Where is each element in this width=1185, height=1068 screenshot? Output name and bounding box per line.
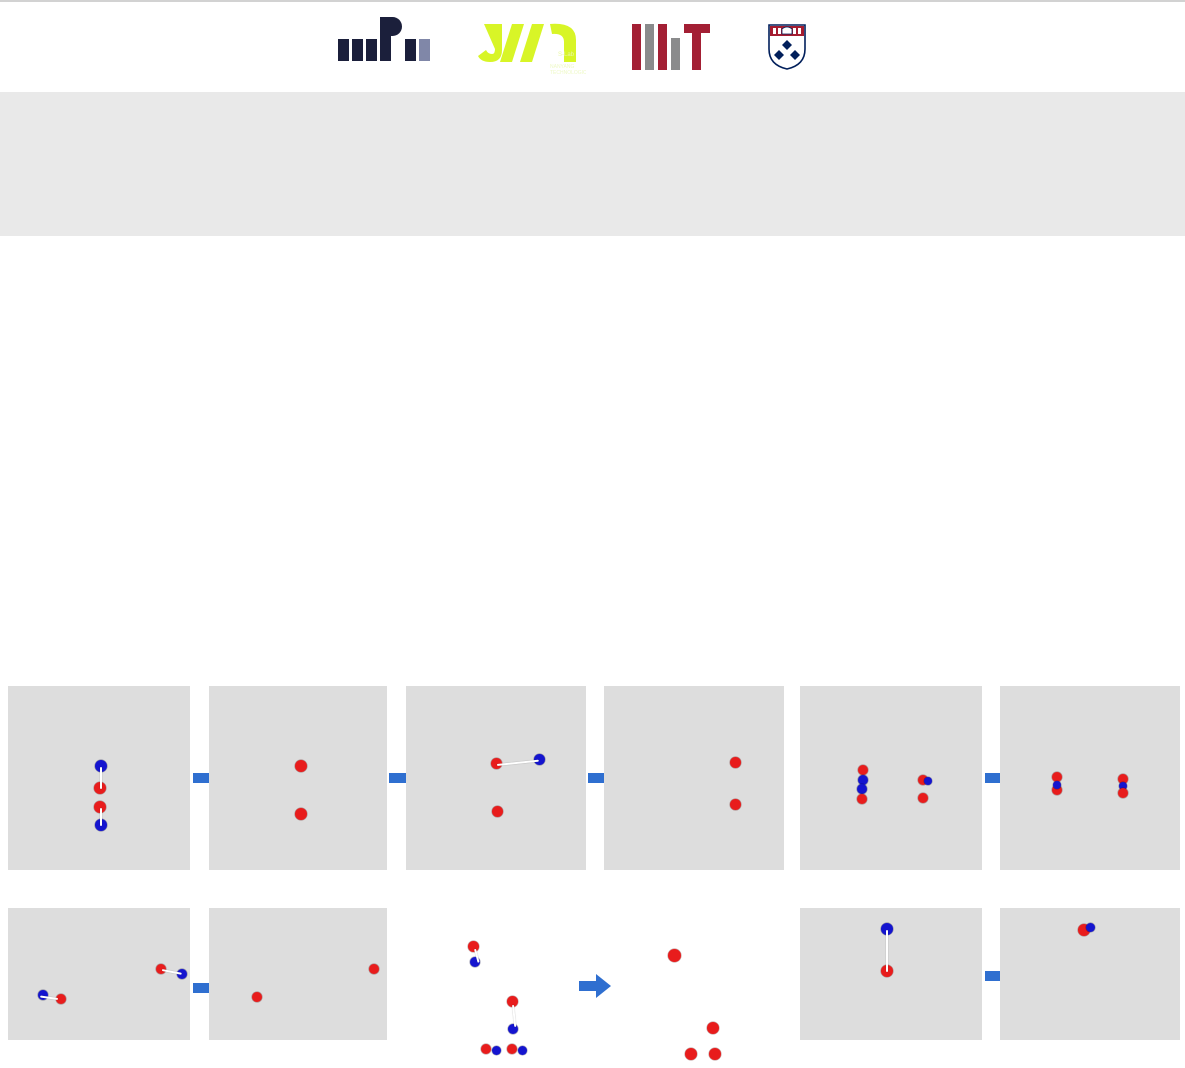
car-input-panel[interactable] <box>8 908 190 1041</box>
author-list <box>10 132 1175 158</box>
cat-input-panel[interactable] <box>800 686 982 871</box>
paper-header <box>0 92 1185 237</box>
sponsor-logo-bar: S-Lab NANYANG TECHNOLOGICAL <box>0 0 1185 92</box>
author-item <box>600 134 602 156</box>
figure-caption-row <box>0 242 1185 260</box>
person-result-panel[interactable] <box>632 896 762 1068</box>
person-input-panel[interactable] <box>432 896 562 1068</box>
author-item <box>632 134 634 156</box>
svg-text:TECHNOLOGICAL: TECHNOLOGICAL <box>550 70 586 76</box>
author-item <box>568 134 570 156</box>
author-item <box>584 134 586 156</box>
lion-result1-panel[interactable] <box>209 686 387 871</box>
lion-edit2-panel[interactable] <box>406 686 586 871</box>
mit-mark-icon <box>632 24 710 70</box>
mpi-informatics-logo <box>324 16 430 64</box>
drag-link <box>100 808 102 827</box>
author-item <box>616 134 618 156</box>
ntu-slab-mark-icon: S-Lab NANYANG TECHNOLOGICAL <box>478 23 586 76</box>
teaser-figure <box>0 236 1185 1068</box>
drag-link <box>886 930 888 973</box>
penn-logo <box>767 23 815 71</box>
lion-result2-panel[interactable] <box>604 686 784 871</box>
affiliation-list <box>10 168 1175 192</box>
cat-result-panel[interactable] <box>1000 686 1180 871</box>
drag-link <box>100 767 102 790</box>
svg-text:S-Lab: S-Lab <box>558 52 575 58</box>
author-item <box>552 134 554 156</box>
arrow-icon-6 <box>578 972 612 1000</box>
mit-logo <box>632 24 721 70</box>
car-result-panel[interactable] <box>209 908 387 1041</box>
ntu-slab-logo: S-Lab NANYANG TECHNOLOGICAL <box>476 16 586 78</box>
penn-shield-icon <box>768 24 806 70</box>
lion-input-panel[interactable] <box>8 686 190 871</box>
mpi-mark-icon <box>338 16 430 61</box>
project-page: S-Lab NANYANG TECHNOLOGICAL <box>0 0 1185 1068</box>
